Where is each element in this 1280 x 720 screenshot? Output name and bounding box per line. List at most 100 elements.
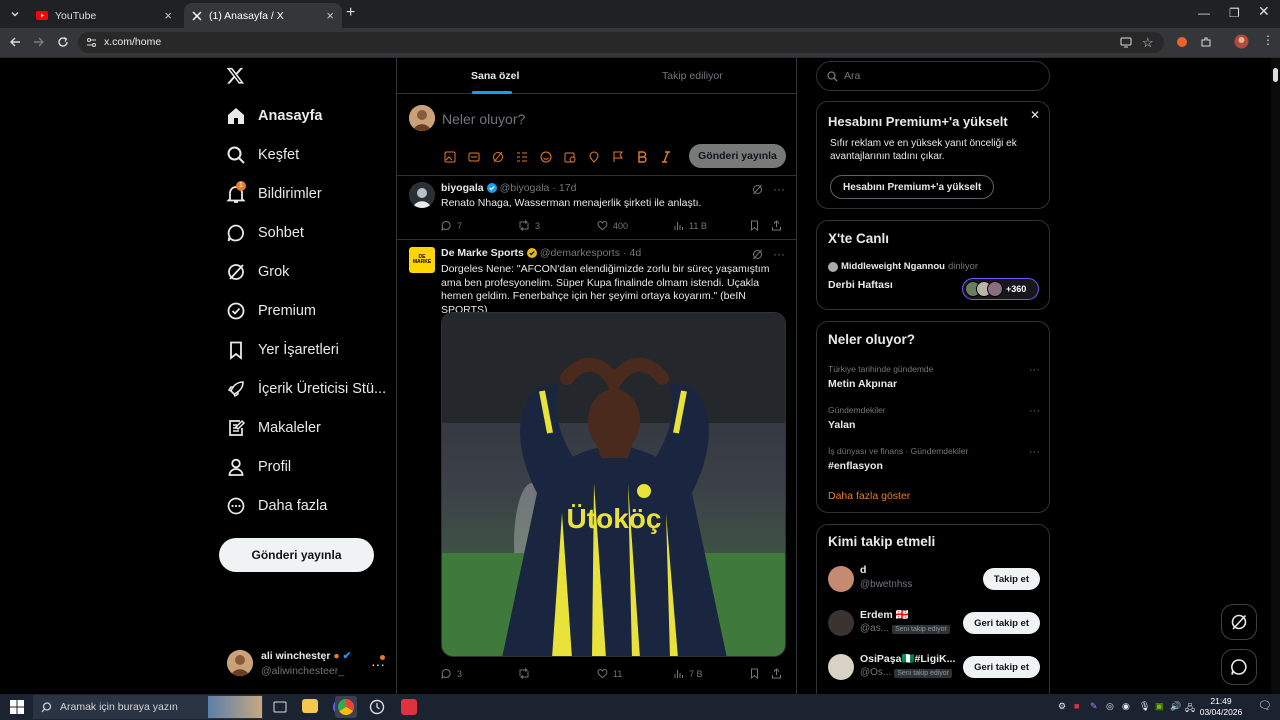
nav-item-chat[interactable]: Sohbet xyxy=(226,218,304,248)
nav-item-notifications[interactable]: 1 Bildirimler xyxy=(226,179,322,209)
repost-button[interactable]: 3 xyxy=(518,220,540,231)
emoji-icon[interactable] xyxy=(538,149,554,165)
profile-avatar-icon[interactable] xyxy=(1234,34,1249,49)
space-title[interactable]: Derbi Haftası xyxy=(828,279,893,291)
follow-button[interactable]: Takip et xyxy=(982,568,1040,590)
like-button[interactable]: 11 xyxy=(597,668,622,679)
reply-button[interactable]: 7 xyxy=(441,220,462,231)
more-dots-icon[interactable]: ··· xyxy=(1029,446,1040,458)
new-tab-icon[interactable]: + xyxy=(346,5,355,21)
nav-item-more[interactable]: Daha fazla xyxy=(226,491,327,521)
microphone-icon[interactable]: 🎙 xyxy=(1139,701,1150,712)
window-close-icon[interactable]: ✕ xyxy=(1258,4,1270,18)
flag-icon[interactable] xyxy=(610,149,626,165)
nav-item-profile[interactable]: Profil xyxy=(226,452,291,482)
scrollbar-thumb[interactable] xyxy=(1273,68,1278,82)
follow-back-button[interactable]: Geri takip et xyxy=(963,612,1040,634)
tweet-handle[interactable]: @demarkesports xyxy=(540,247,620,259)
media-icon[interactable] xyxy=(442,149,458,165)
tweet-handle[interactable]: @biyogala xyxy=(500,182,550,194)
gif-icon[interactable] xyxy=(466,149,482,165)
site-info-icon[interactable] xyxy=(86,37,97,48)
discord-icon[interactable] xyxy=(303,699,323,719)
bookmark-star-icon[interactable]: ☆ xyxy=(1142,35,1154,51)
bookmark-button[interactable] xyxy=(749,668,760,679)
volume-icon[interactable]: 🔊 xyxy=(1170,701,1181,712)
grok-fab-button[interactable] xyxy=(1221,604,1257,640)
tab-following[interactable]: Takip ediliyor xyxy=(662,70,723,82)
tweet-image[interactable]: Ütoköç xyxy=(441,312,786,657)
nav-item-creator-studio[interactable]: İçerik Üreticisi Stü... xyxy=(226,374,386,404)
space-listeners[interactable]: +360 xyxy=(962,278,1039,300)
trend-item[interactable]: Türkiye tarihinde gündemde Metin Akpınar… xyxy=(828,364,1040,390)
follow-suggestion[interactable]: d @bwetnhss Takip et xyxy=(828,564,1040,594)
minimize-icon[interactable]: — xyxy=(1198,7,1210,19)
taskbar-search-input[interactable]: Aramak için buraya yazın xyxy=(33,695,263,719)
close-tab-icon[interactable]: × xyxy=(326,9,334,22)
nav-item-grok[interactable]: Grok xyxy=(226,257,289,287)
grok-icon[interactable] xyxy=(490,149,506,165)
share-button[interactable] xyxy=(771,220,782,231)
more-dots-icon[interactable]: ··· xyxy=(773,247,785,261)
italic-icon[interactable] xyxy=(658,149,674,165)
like-button[interactable]: 400 xyxy=(597,220,628,231)
x-logo-icon[interactable] xyxy=(226,66,245,85)
extension-fox-icon[interactable] xyxy=(1176,36,1188,48)
location-icon[interactable] xyxy=(586,149,602,165)
nav-item-explore[interactable]: Keşfet xyxy=(226,140,299,170)
schedule-icon[interactable] xyxy=(562,149,578,165)
post-button[interactable]: Gönderi yayınla xyxy=(219,538,374,572)
tray-app-icon[interactable]: ⚙ xyxy=(1058,701,1066,712)
tweet-author-name[interactable]: De Marke Sports xyxy=(441,247,524,259)
more-dots-icon[interactable]: ··· xyxy=(773,182,785,196)
more-dots-icon[interactable]: ··· xyxy=(1029,364,1040,376)
search-input[interactable]: Ara xyxy=(816,61,1050,91)
bookmark-button[interactable] xyxy=(749,220,760,231)
grok-icon[interactable] xyxy=(752,184,763,195)
nav-item-bookmarks[interactable]: Yer İşaretleri xyxy=(226,335,339,365)
follow-back-button[interactable]: Geri takip et xyxy=(963,656,1040,678)
nav-item-premium[interactable]: Premium xyxy=(226,296,316,326)
browser-tab-youtube[interactable]: YouTube × xyxy=(28,3,180,28)
follow-suggestion[interactable]: OsiPaşa🇳🇬#LigiK... @Os... Seni takip ediy… xyxy=(828,652,1040,682)
page-scrollbar[interactable] xyxy=(1271,58,1280,694)
messages-fab-button[interactable] xyxy=(1221,649,1257,685)
reply-button[interactable]: 3 xyxy=(441,668,462,679)
extensions-puzzle-icon[interactable] xyxy=(1200,36,1212,48)
tab-for-you[interactable]: Sana özel xyxy=(471,70,519,82)
bold-icon[interactable] xyxy=(634,149,650,165)
tray-discord-icon[interactable]: ◎ xyxy=(1106,701,1114,712)
tray-steam-icon[interactable]: ◉ xyxy=(1122,701,1130,712)
reload-icon[interactable] xyxy=(57,36,69,48)
tweet-author-name[interactable]: biyogala xyxy=(441,182,484,194)
tweet-avatar[interactable]: DE MARKE xyxy=(409,247,435,273)
tweet-time[interactable]: 17d xyxy=(559,182,577,194)
tray-pen-icon[interactable]: ✎ xyxy=(1090,701,1098,712)
browser-tab-x[interactable]: (1) Anasayfa / X × xyxy=(184,3,342,28)
follow-suggestion[interactable]: Erdem 🇬🇪 @as... Seni takip ediyor Geri ta… xyxy=(828,608,1040,638)
task-view-icon[interactable] xyxy=(270,697,290,717)
views-button[interactable]: 7 B xyxy=(673,668,703,679)
poll-icon[interactable] xyxy=(514,149,530,165)
address-bar[interactable]: x.com/home ☆ xyxy=(78,32,1164,53)
tweet[interactable]: DE MARKE De Marke Sports @demarkesports … xyxy=(397,241,796,694)
tab-search-dropdown-icon[interactable] xyxy=(6,5,24,23)
nav-item-articles[interactable]: Makaleler xyxy=(226,413,321,443)
show-more-link[interactable]: Daha fazla göster xyxy=(828,490,910,502)
back-icon[interactable] xyxy=(9,36,21,48)
chrome-icon[interactable] xyxy=(338,699,354,715)
compose-post-button[interactable]: Gönderi yayınla xyxy=(689,144,786,168)
nvidia-icon[interactable]: ▣ xyxy=(1155,701,1164,712)
system-clock[interactable]: 21:49 03/04/2026 xyxy=(1198,696,1244,718)
restore-icon[interactable]: ❐ xyxy=(1229,7,1240,19)
install-app-icon[interactable] xyxy=(1120,37,1132,48)
close-icon[interactable]: ✕ xyxy=(1030,108,1040,122)
notification-center-icon[interactable]: 🗨 xyxy=(1258,699,1272,712)
views-button[interactable]: 11 B xyxy=(673,220,707,231)
repost-button[interactable] xyxy=(518,668,535,679)
upgrade-premium-button[interactable]: Hesabını Premium+'a yükselt xyxy=(830,175,995,199)
network-icon[interactable]: 🖧 xyxy=(1185,701,1195,717)
trend-item[interactable]: Gündemdekiler Yalan ··· xyxy=(828,405,1040,431)
tray-red-icon[interactable]: ■ xyxy=(1074,701,1079,711)
compose-input[interactable]: Neler oluyor? xyxy=(442,111,525,127)
